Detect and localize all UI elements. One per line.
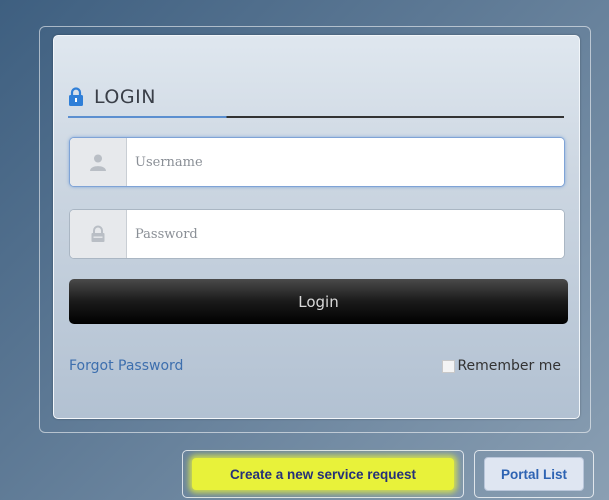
create-service-request-button[interactable]: Create a new service request: [182, 450, 464, 498]
remember-me[interactable]: Remember me: [442, 358, 561, 374]
lock-icon: [69, 87, 83, 106]
banner-text-cutoff: [0, 0, 609, 22]
create-service-request-label: Create a new service request: [192, 458, 454, 490]
portal-list-button[interactable]: Portal List: [474, 450, 594, 498]
forgot-password-link[interactable]: Forgot Password: [69, 358, 183, 374]
remember-me-checkbox[interactable]: [442, 359, 456, 373]
header-divider: [68, 116, 564, 118]
login-panel: LOGIN Login Forgot Password Remember me: [53, 35, 580, 419]
password-field[interactable]: [69, 209, 565, 259]
password-input[interactable]: [127, 210, 564, 258]
portal-list-label: Portal List: [484, 457, 584, 491]
username-input[interactable]: [127, 138, 564, 186]
login-button[interactable]: Login: [69, 279, 568, 324]
username-field[interactable]: [69, 137, 565, 187]
remember-me-label: Remember me: [457, 358, 561, 374]
user-icon: [70, 138, 127, 186]
login-title: LOGIN: [94, 86, 156, 108]
padlock-icon: [70, 210, 127, 258]
login-header: LOGIN: [68, 86, 156, 108]
